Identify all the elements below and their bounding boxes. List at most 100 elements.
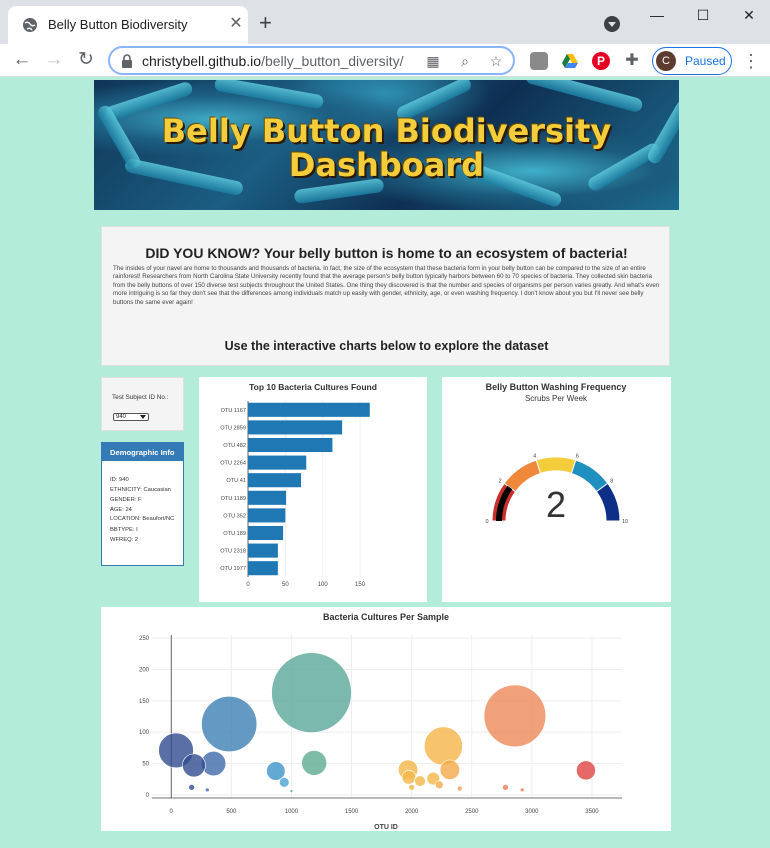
globe-icon xyxy=(23,18,37,32)
bar xyxy=(248,525,284,541)
bubble xyxy=(201,696,258,753)
bubble xyxy=(188,784,195,791)
new-tab-icon[interactable]: + xyxy=(259,12,272,34)
gauge-tick-label: 2 xyxy=(499,478,502,484)
extension-shield-icon[interactable] xyxy=(530,52,548,70)
bar-category-label: OTU 2859 xyxy=(220,425,246,431)
subject-selector-panel: Test Subject ID No.: 940 xyxy=(101,377,184,431)
demographic-item: ETHNICITY: Caucasian xyxy=(110,487,171,493)
bubble-x-tick: 3500 xyxy=(585,809,599,815)
gauge-title: Belly Button Washing Frequency xyxy=(486,382,627,392)
header-banner: Belly Button Biodiversity Dashboard xyxy=(94,80,679,210)
gauge-band xyxy=(503,459,542,493)
demographic-item: GENDER: F xyxy=(110,497,142,503)
bubble xyxy=(576,760,596,781)
bubble-x-tick: 2000 xyxy=(405,809,419,815)
intro-body: The insides of your navel are home to th… xyxy=(113,265,660,306)
bar-chart-title: Top 10 Bacteria Cultures Found xyxy=(249,382,377,392)
gauge-subtitle: Scrubs Per Week xyxy=(525,394,588,403)
bacteria-decoration xyxy=(213,80,325,110)
bubble-x-tick: 0 xyxy=(170,809,174,815)
bubble xyxy=(289,789,294,793)
address-bar[interactable]: christybell.github.io/belly_button_diver… xyxy=(108,46,515,75)
lock-icon xyxy=(122,54,132,68)
page-content: Belly Button Biodiversity Dashboard DID … xyxy=(0,77,770,848)
bubble xyxy=(519,787,525,793)
bar-category-label: OTU 41 xyxy=(226,478,246,484)
bubble xyxy=(439,759,460,780)
minimize-icon[interactable]: — xyxy=(634,4,680,26)
bar xyxy=(248,508,286,523)
demographic-panel: Demographic Info ID: 940 ETHNICITY: Cauc… xyxy=(101,442,184,566)
gauge-band xyxy=(535,456,577,475)
qr-code-icon[interactable]: ▦ xyxy=(423,51,443,71)
bubble-x-axis-label: OTU ID xyxy=(374,824,398,831)
intro-panel: DID YOU KNOW? Your belly button is home … xyxy=(101,226,670,366)
bubble xyxy=(423,726,463,766)
bubble xyxy=(435,780,444,790)
demographic-item: WFREQ: 2 xyxy=(110,537,139,543)
bubble xyxy=(414,775,426,787)
tab-strip: Belly Button Biodiversity ✕ + — ☐ ✕ xyxy=(0,0,770,44)
bar-category-label: OTU 1189 xyxy=(221,496,246,502)
subject-id-select[interactable]: 940 xyxy=(113,413,149,421)
browser-toolbar: ← → ↻ christybell.github.io/belly_button… xyxy=(0,44,770,77)
gauge-chart[interactable]: Belly Button Washing Frequency Scrubs Per… xyxy=(442,377,671,602)
bubble-chart[interactable]: Bacteria Cultures Per Sample 0 50 100 150 200… xyxy=(101,607,671,831)
intro-heading: DID YOU KNOW? Your belly button is home … xyxy=(145,245,628,261)
gauge-chart-card: Belly Button Washing Frequency Scrubs Per… xyxy=(442,377,671,602)
forward-icon[interactable]: → xyxy=(42,48,66,72)
bookmark-star-icon[interactable]: ☆ xyxy=(486,51,506,71)
bubble xyxy=(279,777,290,788)
bubble xyxy=(182,753,206,778)
bacteria-decoration xyxy=(524,80,644,114)
tab-search-icon[interactable] xyxy=(604,16,620,32)
browser-tab[interactable]: Belly Button Biodiversity ✕ xyxy=(8,6,248,44)
reload-icon[interactable]: ↻ xyxy=(74,48,98,72)
bubble-chart-title: Bacteria Cultures Per Sample xyxy=(323,612,449,622)
menu-kebab-icon[interactable]: ⋮ xyxy=(742,50,760,72)
bar xyxy=(248,490,287,505)
gauge-tick-label: 8 xyxy=(610,478,613,484)
bubble xyxy=(271,652,352,733)
close-tab-icon[interactable]: ✕ xyxy=(226,14,246,34)
subject-selector-label: Test Subject ID No.: xyxy=(112,394,169,401)
profile-button[interactable]: C Paused xyxy=(652,47,732,75)
bar-category-label: OTU 352 xyxy=(223,513,246,519)
maximize-icon[interactable]: ☐ xyxy=(680,4,726,26)
gauge-band xyxy=(595,482,621,522)
tab-title: Belly Button Biodiversity xyxy=(48,17,188,32)
bar-category-label: OTU 1167 xyxy=(221,408,246,414)
profile-status: Paused xyxy=(685,54,726,68)
bar-chart[interactable]: Top 10 Bacteria Cultures Found 0 50 100 150 O… xyxy=(199,377,427,602)
bar xyxy=(248,402,370,417)
bubble-y-tick: 100 xyxy=(139,730,150,736)
close-window-icon[interactable]: ✕ xyxy=(726,4,770,26)
bubble-x-tick: 2500 xyxy=(465,809,479,815)
bubble-x-tick: 500 xyxy=(226,809,237,815)
bar-category-label: OTU 482 xyxy=(223,443,246,449)
intro-cta: Use the interactive charts below to expl… xyxy=(224,339,549,353)
demographic-item: LOCATION: Beaufort/NC xyxy=(110,516,175,522)
bubble xyxy=(401,770,417,785)
extensions-puzzle-icon[interactable]: ✚ xyxy=(623,52,641,70)
bar-x-tick: 150 xyxy=(355,582,366,588)
demographic-list: ID: 940 ETHNICITY: Caucasian GENDER: F A… xyxy=(110,475,180,545)
bar-category-label: OTU 1977 xyxy=(220,566,246,572)
bar xyxy=(248,437,333,453)
pinterest-icon[interactable]: P xyxy=(592,52,610,70)
bubble xyxy=(408,784,415,791)
bubble-y-tick: 250 xyxy=(139,636,150,642)
avatar: C xyxy=(656,51,676,71)
bubble-y-tick: 200 xyxy=(139,667,150,673)
zoom-icon[interactable]: ⌕ xyxy=(455,51,475,71)
back-icon[interactable]: ← xyxy=(10,48,34,72)
bubble xyxy=(301,750,327,776)
bubble-x-tick: 1500 xyxy=(345,809,359,815)
bar-chart-card: Top 10 Bacteria Cultures Found 0 50 100 150 O… xyxy=(199,377,427,602)
demographic-item: AGE: 24 xyxy=(110,507,132,513)
google-drive-icon[interactable] xyxy=(561,52,579,70)
gauge-tick-label: 4 xyxy=(533,453,536,459)
gauge-value: 2 xyxy=(546,484,566,525)
gauge-tick-label: 0 xyxy=(485,519,488,525)
